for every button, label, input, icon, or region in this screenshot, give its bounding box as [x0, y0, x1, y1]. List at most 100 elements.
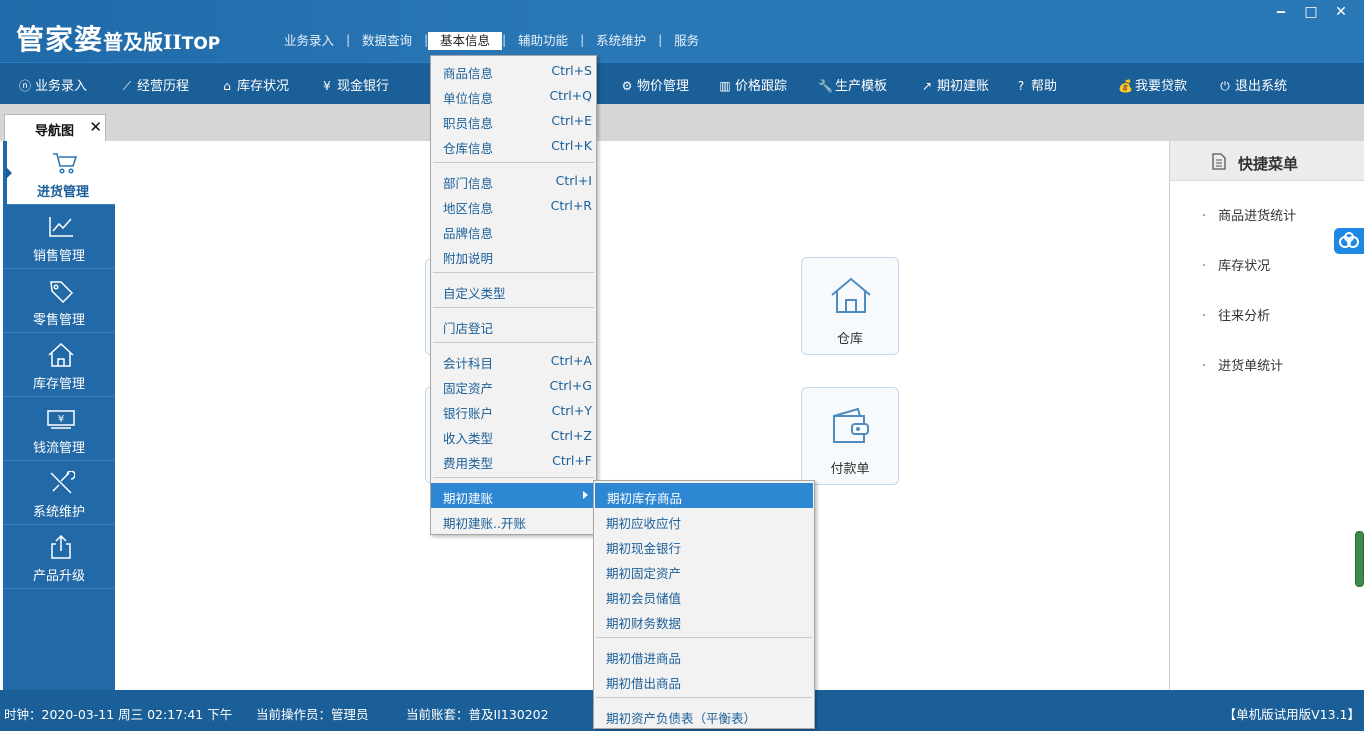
- wrench-icon: 🔧: [818, 79, 833, 93]
- sidebar-item-cashflow[interactable]: ¥ 钱流管理: [3, 397, 115, 461]
- menu-item-opening-accounts[interactable]: 期初建账: [431, 483, 596, 508]
- close-button[interactable]: ✕: [1326, 4, 1356, 20]
- menu-item-unit-info[interactable]: 单位信息 Ctrl+Q: [431, 83, 596, 108]
- submenu-item-borrowed-out[interactable]: 期初借出商品: [594, 668, 812, 693]
- menu-service[interactable]: 服务: [662, 32, 711, 50]
- sidebar-item-retail[interactable]: 零售管理: [3, 269, 115, 333]
- upload-icon: [51, 535, 71, 559]
- document-icon: [1212, 153, 1226, 170]
- cloud-service-icon[interactable]: [1334, 228, 1364, 254]
- menu-item-custom-type[interactable]: 自定义类型: [431, 278, 596, 303]
- tab-strip: 导航图 ✕: [0, 104, 1364, 141]
- menu-item-staff-info[interactable]: 职员信息 Ctrl+E: [431, 108, 596, 133]
- tools-icon: [50, 471, 75, 494]
- toolbar-loan[interactable]: 💰 我要贷款: [1118, 75, 1187, 94]
- sidebar-item-upgrade[interactable]: 产品升级: [3, 525, 115, 589]
- submenu-item-borrowed-in[interactable]: 期初借进商品: [594, 643, 812, 668]
- card-label: 付款单: [830, 462, 870, 477]
- toolbar-production-template[interactable]: 🔧 生产模板: [818, 75, 887, 94]
- quick-menu-title: 快捷菜单: [1238, 155, 1299, 173]
- toolbar-history[interactable]: ⟋ 经营历程: [120, 75, 189, 94]
- menu-data-query[interactable]: 数据查询: [350, 32, 424, 50]
- menu-system-maintenance[interactable]: 系统维护: [584, 32, 658, 50]
- menu-separator: [433, 342, 594, 343]
- tab-navigation-map[interactable]: 导航图 ✕: [4, 114, 106, 141]
- scroll-handle[interactable]: [1355, 531, 1364, 587]
- toolbar-price-track[interactable]: ▥ 价格跟踪: [718, 75, 787, 94]
- submenu-item-balance-sheet[interactable]: 期初资产负债表（平衡表）: [594, 703, 812, 728]
- external-link-icon: ↗: [921, 79, 933, 93]
- menu-item-goods-info[interactable]: 商品信息 Ctrl+S: [431, 58, 596, 83]
- quick-menu-item[interactable]: · 商品进货统计: [1202, 205, 1296, 224]
- submenu-item-opening-inventory[interactable]: 期初库存商品: [595, 483, 813, 508]
- menu-aux-functions[interactable]: 辅助功能: [506, 32, 580, 50]
- warehouse-card[interactable]: 仓库: [801, 257, 899, 355]
- trend-icon: ⟋: [122, 79, 132, 93]
- status-clock: 时钟：2020-03-11 周三 02:17:41 下午: [4, 707, 233, 722]
- menu-item-accounts[interactable]: 会计科目 Ctrl+A: [431, 348, 596, 373]
- sidebar-label: 系统维护: [32, 505, 85, 520]
- menu-item-extra-notes[interactable]: 附加说明: [431, 243, 596, 268]
- toolbar-price-mgmt[interactable]: ⚙ 物价管理: [620, 75, 689, 94]
- maximize-button[interactable]: □: [1296, 4, 1326, 20]
- quick-menu-item[interactable]: · 进货单统计: [1202, 355, 1283, 374]
- basic-info-dropdown: 商品信息 Ctrl+S 单位信息 Ctrl+Q 职员信息 Ctrl+E 仓库信息 Ctr…: [430, 55, 597, 535]
- home-icon: ⌂: [223, 79, 231, 93]
- status-version: 【单机版试用版V13.1】: [1223, 707, 1360, 722]
- sidebar-item-sales[interactable]: 销售管理: [3, 205, 115, 269]
- menu-item-fixed-assets[interactable]: 固定资产 Ctrl+G: [431, 373, 596, 398]
- menu-item-region-info[interactable]: 地区信息 Ctrl+R: [431, 193, 596, 218]
- minimize-button[interactable]: ‒: [1266, 4, 1296, 20]
- menu-item-warehouse-info[interactable]: 仓库信息 Ctrl+K: [431, 133, 596, 158]
- toolbar-inventory[interactable]: ⌂ 库存状况: [220, 75, 289, 94]
- top-menu-bar: 业务录入 | 数据查询 | 基本信息 | 辅助功能 | 系统维护 | 服务: [272, 32, 711, 50]
- help-icon: ?: [1017, 79, 1025, 93]
- toolbar-business-entry[interactable]: ⓝ 业务录入: [18, 75, 87, 94]
- sidebar-label: 销售管理: [32, 249, 85, 264]
- sidebar-label: 进货管理: [36, 185, 89, 200]
- toolbar-help[interactable]: ? 帮助: [1014, 75, 1057, 94]
- submenu-item-finance-data[interactable]: 期初财务数据: [594, 608, 812, 633]
- submenu-item-fixed-assets[interactable]: 期初固定资产: [594, 558, 812, 583]
- sidebar-item-inventory[interactable]: 库存管理: [3, 333, 115, 397]
- house-icon: [48, 343, 74, 367]
- status-account: 当前账套：普及II130202: [406, 707, 549, 722]
- sidebar-item-purchase[interactable]: 进货管理: [6, 141, 118, 205]
- menu-item-bank-accounts[interactable]: 银行账户 Ctrl+Y: [431, 398, 596, 423]
- menu-item-brand-info[interactable]: 品牌信息: [431, 218, 596, 243]
- yen-icon: ¥: [323, 79, 331, 93]
- gear-icon: ⚙: [621, 79, 633, 93]
- toolbar-exit[interactable]: ⏻ 退出系统: [1218, 75, 1287, 94]
- quick-menu-item[interactable]: · 往来分析: [1202, 305, 1270, 324]
- menu-item-department-info[interactable]: 部门信息 Ctrl+I: [431, 168, 596, 193]
- menu-item-opening-accounts-open[interactable]: 期初建账..开账: [431, 508, 596, 533]
- submenu-item-cash-bank[interactable]: 期初现金银行: [594, 533, 812, 558]
- menu-separator: [433, 477, 594, 478]
- quick-menu-item[interactable]: · 库存状况: [1202, 255, 1270, 274]
- sidebar-label: 零售管理: [32, 313, 85, 328]
- sidebar-item-system[interactable]: 系统维护: [3, 461, 115, 525]
- toolbar-opening-accounts[interactable]: ↗ 期初建账: [920, 75, 989, 94]
- menu-item-expense-types[interactable]: 费用类型 Ctrl+F: [431, 448, 596, 473]
- bar-chart-icon: ▥: [719, 79, 731, 93]
- menu-separator: [433, 162, 594, 163]
- menu-separator: [433, 307, 594, 308]
- menu-separator: [433, 272, 594, 273]
- submenu-item-receivables[interactable]: 期初应收应付: [594, 508, 812, 533]
- submenu-arrow-icon: [583, 491, 588, 499]
- menu-item-income-types[interactable]: 收入类型 Ctrl+Z: [431, 423, 596, 448]
- sidebar-label: 钱流管理: [32, 441, 85, 456]
- toolbar-cash-bank[interactable]: ¥ 现金银行: [320, 75, 389, 94]
- svg-text:¥: ¥: [58, 414, 64, 425]
- menu-business-entry[interactable]: 业务录入: [272, 32, 346, 50]
- menu-basic-info[interactable]: 基本信息: [428, 32, 503, 50]
- card-label: 仓库: [836, 332, 863, 347]
- menu-item-store-register[interactable]: 门店登记: [431, 313, 596, 338]
- app-logo: 管家婆普及版IITOP: [16, 18, 220, 58]
- title-bar: 管家婆普及版IITOP 业务录入 | 数据查询 | 基本信息 | 辅助功能 | 系统维护…: [0, 0, 1364, 62]
- quick-menu-header: 快捷菜单: [1170, 141, 1364, 181]
- tab-close-icon[interactable]: ✕: [89, 118, 102, 136]
- sidebar: 进货管理 销售管理 零售管理 库存管理 ¥ 钱流管理 系统维护 产品升级: [3, 141, 118, 690]
- submenu-item-member-deposit[interactable]: 期初会员储值: [594, 583, 812, 608]
- payment-card[interactable]: 付款单: [801, 387, 899, 485]
